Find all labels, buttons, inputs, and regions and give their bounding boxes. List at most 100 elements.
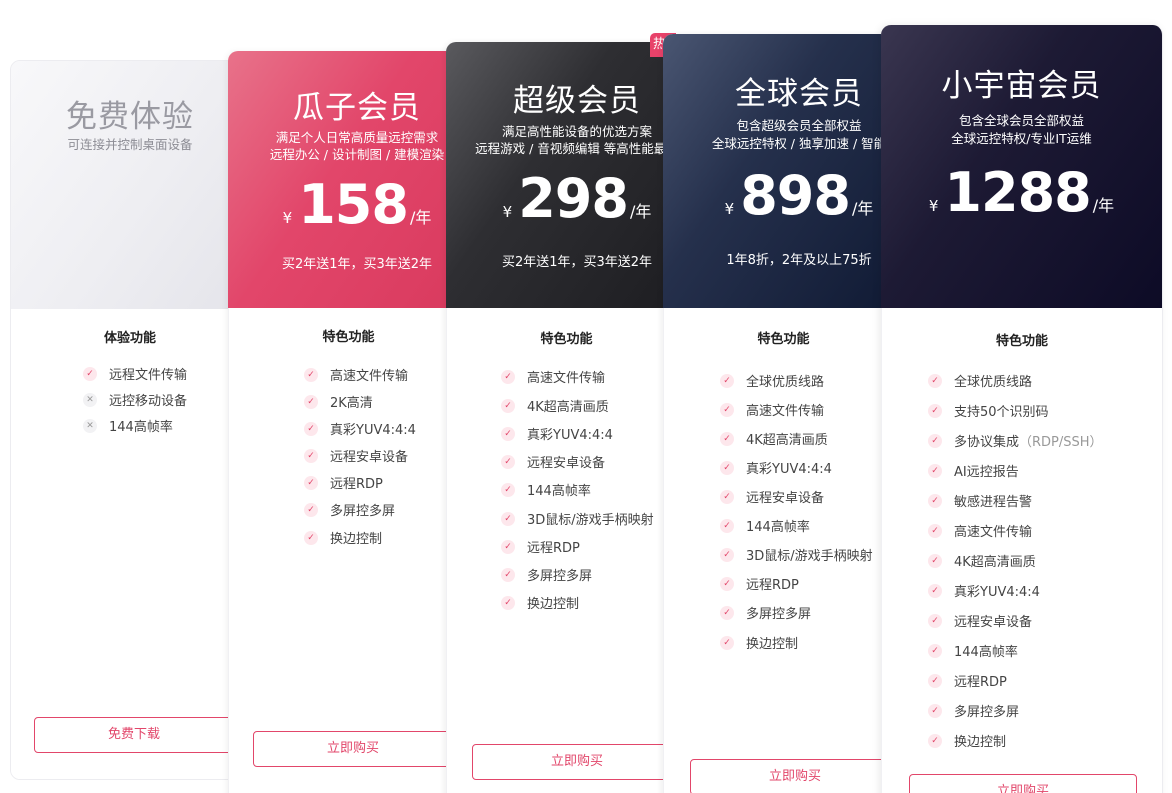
- feature-item: ✓ 144高帧率: [720, 516, 810, 535]
- feature-item: ✓ 4K超高清画质: [928, 551, 1036, 570]
- feature-item: ✓ 换边控制: [304, 528, 382, 547]
- feature-item: ✓ 144高帧率: [501, 480, 591, 499]
- plan-subtitle: 远程游戏 / 音视频编辑 等高性能最优: [475, 141, 679, 156]
- check-icon: ✓: [928, 613, 942, 628]
- plan-price: ¥158/年: [228, 173, 468, 236]
- feature-item: ✓ 真彩YUV4:4:4: [304, 419, 416, 438]
- check-icon: ✓: [720, 576, 734, 591]
- feature-section-title: 特色功能: [757, 332, 810, 347]
- plan-promo: 1年8折，2年及以上75折: [726, 253, 872, 268]
- price-value: 898: [740, 164, 851, 227]
- feature-item: ✓ 远程RDP: [720, 574, 799, 593]
- check-icon: ✓: [501, 539, 515, 554]
- check-icon: ✓: [501, 595, 515, 610]
- check-icon: ✓: [501, 482, 515, 497]
- price-unit: /年: [409, 208, 432, 227]
- check-icon: ✓: [928, 403, 942, 418]
- check-icon: ✓: [720, 547, 734, 562]
- feature-item: ✓ 4K超高清画质: [501, 396, 609, 415]
- plan-title: 免费体验: [66, 99, 194, 135]
- feature-item: ✓ 多屏控多屏: [501, 565, 592, 584]
- plan-title: 小宇宙会员: [941, 68, 1102, 104]
- check-icon: ✓: [928, 583, 942, 598]
- feature-item: ✓ 3D鼠标/游戏手柄映射: [720, 545, 873, 564]
- check-icon: ✓: [304, 530, 318, 545]
- feature-item: ✕ 远控移动设备: [83, 390, 187, 409]
- check-icon: ✓: [501, 511, 515, 526]
- price-unit: /年: [1092, 196, 1115, 215]
- free-download-button[interactable]: 免费下载: [34, 717, 234, 753]
- feature-section-title: 特色功能: [995, 334, 1048, 349]
- check-icon: ✓: [928, 703, 942, 718]
- check-icon: ✓: [720, 373, 734, 388]
- check-icon: ✓: [501, 426, 515, 441]
- feature-item: ✓ 远程安卓设备: [720, 487, 824, 506]
- plan-subtitle: 满足高性能设备的优选方案: [501, 124, 652, 139]
- currency-symbol: ¥: [282, 209, 293, 227]
- plan-features: 特色功能 ✓ 高速文件传输 ✓ 2K高清 ✓ 真彩YUV4:4:4 ✓ 远程安卓设备 ✓…: [228, 308, 468, 793]
- price-value: 1288: [944, 161, 1091, 224]
- check-icon: ✓: [304, 367, 318, 382]
- check-icon: ✓: [928, 733, 942, 748]
- check-icon: ✓: [304, 421, 318, 436]
- check-icon: ✓: [720, 605, 734, 620]
- feature-item: ✓ 真彩YUV4:4:4: [720, 458, 832, 477]
- feature-item: ✓ 远程安卓设备: [304, 446, 408, 465]
- cross-icon: ✕: [83, 392, 97, 407]
- check-icon: ✓: [83, 366, 97, 381]
- plan-features: 特色功能 ✓ 全球优质线路 ✓ 支持50个识别码 ✓ 多协议集成 （RDP/SSH） ✓…: [881, 308, 1162, 793]
- plan-header: 超级会员 满足高性能设备的优选方案 远程游戏 / 音视频编辑 等高性能最优 ¥2…: [446, 42, 686, 308]
- check-icon: ✓: [720, 402, 734, 417]
- feature-item: ✓ 支持50个识别码: [928, 401, 1049, 420]
- plan-features: 特色功能 ✓ 全球优质线路 ✓ 高速文件传输 ✓ 4K超高清画质 ✓ 真彩YUV4:4:…: [663, 308, 903, 793]
- check-icon: ✓: [720, 635, 734, 650]
- buy-now-button[interactable]: 立即购买: [472, 744, 682, 780]
- plan-subtitle: 可连接并控制桌面设备: [67, 137, 193, 152]
- currency-symbol: ¥: [928, 197, 939, 215]
- feature-item: ✓ 真彩YUV4:4:4: [928, 581, 1040, 600]
- plan-promo: 买2年送1年，买3年送2年: [281, 257, 433, 272]
- feature-item: ✓ 144高帧率: [928, 641, 1018, 660]
- buy-now-button[interactable]: 立即购买: [253, 731, 453, 767]
- check-icon: ✓: [720, 489, 734, 504]
- feature-item: ✓ 3D鼠标/游戏手柄映射: [501, 509, 654, 528]
- plan-promo: 买2年送1年，买3年送2年: [501, 255, 653, 270]
- feature-item: ✓ 4K超高清画质: [720, 429, 828, 448]
- plan-subtitle: 包含全球会员全部权益: [958, 113, 1084, 128]
- feature-item: ✓ 高速文件传输: [720, 400, 824, 419]
- buy-now-button[interactable]: 立即购买: [690, 759, 900, 793]
- plan-subtitle: 包含超级会员全部权益: [736, 118, 862, 133]
- check-icon: ✓: [501, 398, 515, 413]
- feature-item: ✓ 远程RDP: [304, 473, 383, 492]
- plan-card-super: 超级会员 满足高性能设备的优选方案 远程游戏 / 音视频编辑 等高性能最优 ¥2…: [446, 42, 686, 793]
- plan-subtitle: 全球远控特权/专业IT运维: [951, 131, 1092, 146]
- feature-item: ✓ 远程RDP: [501, 537, 580, 556]
- plan-header: 免费体验 可连接并控制桌面设备: [11, 61, 249, 309]
- feature-section-title: 体验功能: [103, 331, 156, 346]
- buy-now-button[interactable]: 立即购买: [909, 774, 1137, 793]
- feature-item: ✓ 高速文件传输: [928, 521, 1032, 540]
- check-icon: ✓: [928, 433, 942, 448]
- feature-item: ✓ 全球优质线路: [720, 371, 824, 390]
- price-value: 158: [298, 173, 409, 236]
- check-icon: ✓: [928, 553, 942, 568]
- plan-price: ¥898/年: [663, 164, 903, 227]
- feature-item: ✓ 换边控制: [928, 731, 1006, 750]
- feature-item: ✓ AI远控报告: [928, 461, 1019, 480]
- check-icon: ✓: [928, 373, 942, 388]
- price-unit: /年: [851, 199, 874, 218]
- plan-header: 瓜子会员 满足个人日常高质量远控需求 远程办公 / 设计制图 / 建模渲染 ¥1…: [228, 51, 468, 308]
- feature-item: ✓ 多屏控多屏: [304, 500, 395, 519]
- check-icon: ✓: [720, 431, 734, 446]
- feature-item: ✓ 全球优质线路: [928, 371, 1032, 390]
- check-icon: ✓: [928, 643, 942, 658]
- plan-subtitle: 满足个人日常高质量远控需求: [275, 130, 439, 145]
- plan-features: 特色功能 ✓ 高速文件传输 ✓ 4K超高清画质 ✓ 真彩YUV4:4:4 ✓ 远程安卓设…: [446, 308, 686, 793]
- plan-title: 超级会员: [513, 83, 641, 119]
- feature-item: ✓ 远程安卓设备: [501, 452, 605, 471]
- feature-item: ✓ 多屏控多屏: [720, 603, 811, 622]
- check-icon: ✓: [928, 493, 942, 508]
- check-icon: ✓: [304, 448, 318, 463]
- feature-item: ✓ 远程RDP: [928, 671, 1007, 690]
- plan-subtitle: 远程办公 / 设计制图 / 建模渲染: [269, 147, 445, 162]
